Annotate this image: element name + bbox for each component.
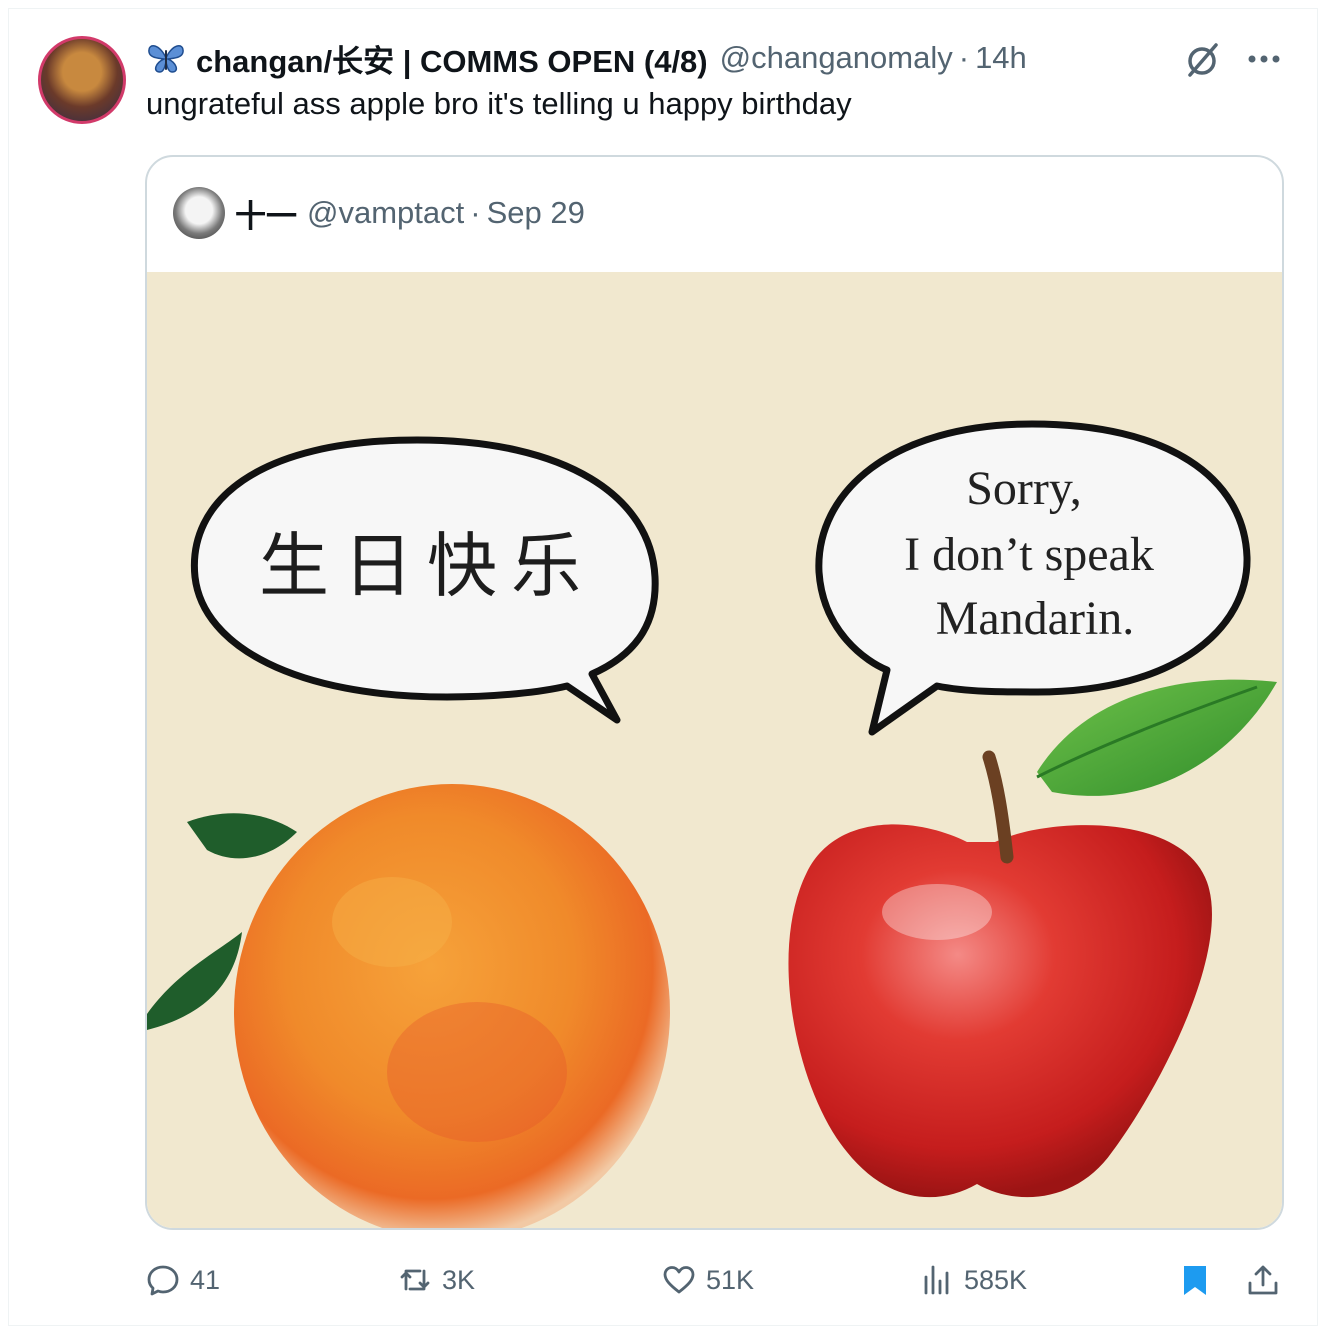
quoted-author-avatar[interactable] (173, 187, 225, 239)
quoted-media-image[interactable]: 生日快乐 Sorry, I don’t speak Mandarin. (147, 272, 1282, 1228)
retweet-button[interactable]: 3K (398, 1256, 475, 1304)
retweet-count: 3K (442, 1264, 476, 1295)
tweet-header: changan/长安 | COMMS OPEN (4/8) @changanom… (146, 36, 1027, 81)
quoted-tweet[interactable]: 十一 @vamptact · Sep 29 生日快乐 Sorry, I don’… (145, 155, 1284, 1230)
reply-count: 41 (190, 1264, 221, 1295)
views-button[interactable]: 585K (920, 1256, 1027, 1304)
share-icon (1248, 1265, 1278, 1295)
retweet-icon (400, 1269, 430, 1291)
views-count: 585K (964, 1264, 1028, 1295)
apple-fruit (788, 679, 1277, 1198)
tweet-actions-bar: 41 3K 51K 585K (0, 1256, 1326, 1304)
reply-button[interactable]: 41 (146, 1256, 220, 1304)
share-button[interactable] (1246, 1256, 1290, 1304)
quoted-date: Sep 29 (486, 195, 585, 230)
more-icon[interactable] (1244, 44, 1284, 74)
left-speech-bubble: 生日快乐 (190, 436, 659, 724)
right-bubble-line-2: I don’t speak (904, 528, 1154, 581)
reply-icon (147, 1265, 179, 1296)
views-chart-icon (924, 1265, 949, 1295)
author-handle[interactable]: @changanomaly (720, 40, 953, 76)
quoted-separator: · (470, 195, 481, 230)
quoted-author-display-name[interactable]: 十一 (235, 191, 297, 236)
quoted-author-handle[interactable]: @vamptact (307, 195, 464, 231)
bookmark-button[interactable] (1178, 1256, 1222, 1304)
like-button[interactable]: 51K (662, 1256, 754, 1304)
right-bubble-line-1: Sorry, (966, 462, 1082, 515)
bookmark-icon (1184, 1266, 1206, 1295)
grok-icon[interactable] (1182, 40, 1222, 80)
left-bubble-text: 生日快乐 (259, 525, 595, 607)
author-display-name[interactable]: changan/长安 | COMMS OPEN (4/8) (196, 36, 708, 81)
orange-fruit (234, 784, 670, 1228)
like-count: 51K (706, 1264, 755, 1295)
quoted-tweet-header: 十一 @vamptact · Sep 29 (173, 187, 585, 239)
tweet-timestamp[interactable]: 14h (975, 40, 1027, 76)
heart-icon (663, 1266, 695, 1294)
right-bubble-line-3: Mandarin. (936, 592, 1135, 645)
author-avatar[interactable] (38, 36, 126, 124)
tweet-text: ungrateful ass apple bro it's telling u … (146, 86, 852, 121)
header-separator: · (958, 40, 970, 75)
butterfly-icon (148, 45, 184, 73)
